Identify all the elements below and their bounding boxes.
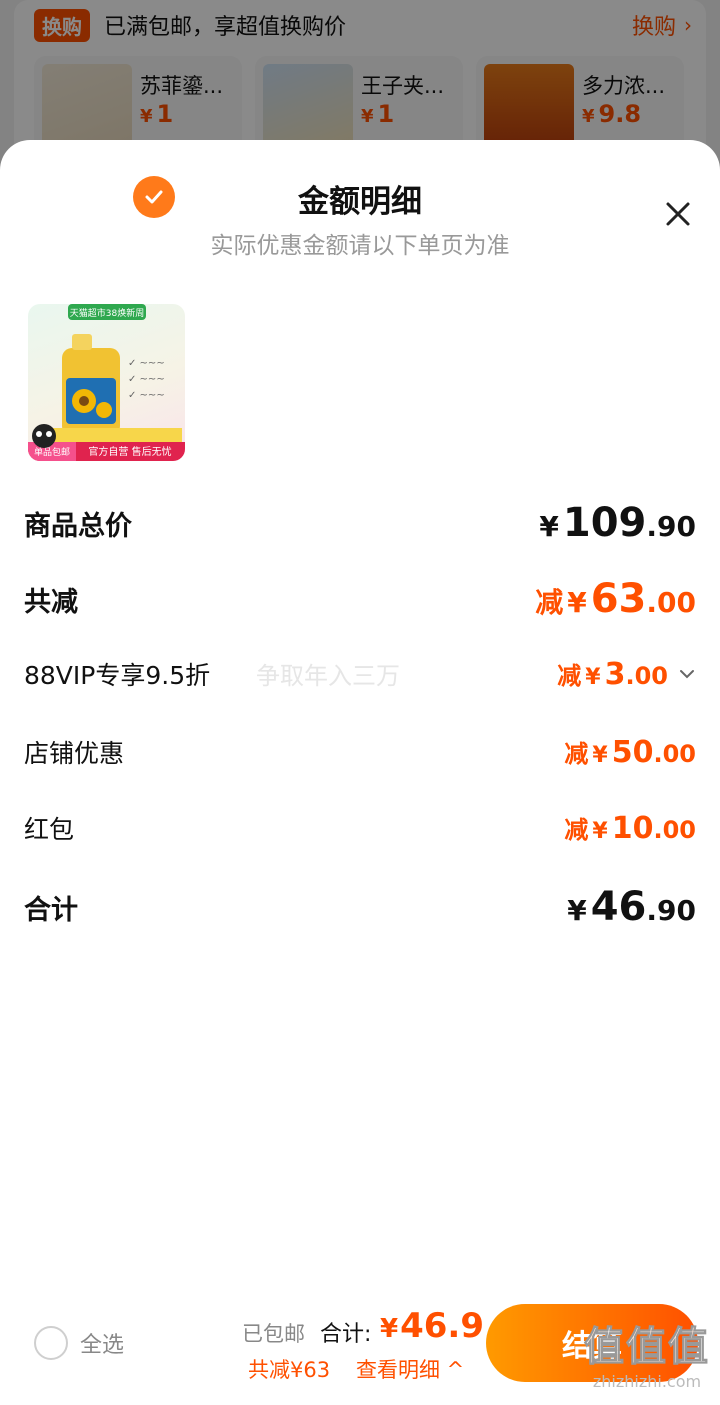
- currency-symbol: ¥: [592, 819, 608, 844]
- row-sum: 合计 ¥46.90: [24, 884, 696, 930]
- row-total-reduced: 共减 减 ¥63.00: [24, 576, 696, 622]
- row-label: 共减: [24, 586, 78, 618]
- select-all-toggle[interactable]: 全选: [34, 1326, 124, 1360]
- chevron-down-icon[interactable]: [678, 665, 696, 683]
- total-price-amount: ¥109.90: [539, 500, 696, 546]
- view-detail-label: 查看明细: [356, 1358, 440, 1382]
- store-discount-amount: 减 ¥50.00: [564, 734, 696, 770]
- oil-bottle-illustration: 天猫超市38焕新周 ✓ ~~~ ✓ ~~~ ✓ ~~~ 单品包邮 官方自营 售后…: [28, 304, 185, 461]
- row-label: 店铺优惠: [24, 739, 125, 768]
- sum-amount: ¥46.90: [567, 884, 696, 930]
- total-label: 合计:: [320, 1322, 372, 1347]
- total-value: 46.9: [400, 1306, 484, 1346]
- vip-discount-amount: 减 ¥3.00: [557, 656, 696, 692]
- red-packet-amount: 减 ¥10.00: [564, 810, 696, 846]
- svg-text:✓ ~~~: ✓ ~~~: [128, 374, 165, 385]
- currency-symbol: ¥: [567, 586, 587, 619]
- close-icon: [666, 202, 690, 226]
- watermark-logo: 值值值: [584, 1324, 710, 1371]
- row-label: 商品总价: [24, 510, 132, 542]
- product-badge-bottom: 单品包邮: [34, 446, 70, 458]
- row-total-price: 商品总价 ¥109.90: [24, 500, 696, 546]
- select-all-label: 全选: [80, 1333, 125, 1358]
- currency-symbol: ¥: [539, 510, 559, 543]
- row-store-discount: 店铺优惠 减 ¥50.00: [24, 734, 696, 770]
- amount-detail-sheet: 金额明细 实际优惠金额请以下单页为准 天猫超市38焕新周 ✓ ~~~ ✓ ~~~…: [0, 140, 720, 1405]
- total-reduced-amount: 减 ¥63.00: [535, 576, 696, 622]
- minus-label: 减: [557, 662, 582, 690]
- shipping-label: 已包邮: [242, 1322, 305, 1346]
- amount-dec: .00: [653, 816, 696, 844]
- sheet-title: 金额明细: [298, 184, 422, 220]
- row-label: 88VIP专享9.5折: [24, 661, 211, 690]
- saved-amount: 共减¥63: [248, 1358, 331, 1382]
- currency-symbol: ¥: [380, 1314, 399, 1344]
- view-detail-link[interactable]: 查看明细 ^: [356, 1354, 464, 1384]
- watermark-url: zhizhizhi.com: [592, 1372, 702, 1391]
- bottom-checkout-bar: 全选 已包邮 合计: ¥46.9 共减¥63 查看明细 ^ 结算 值值值 zhi…: [0, 1296, 720, 1405]
- amount-dec: .00: [653, 740, 696, 768]
- row-label: 红包: [24, 815, 75, 844]
- product-image[interactable]: 天猫超市38焕新周 ✓ ~~~ ✓ ~~~ ✓ ~~~ 单品包邮 官方自营 售后…: [28, 304, 185, 461]
- amount-int: 63: [590, 576, 647, 622]
- amount-int: 46: [590, 884, 647, 930]
- amount-int: 109: [562, 500, 647, 546]
- currency-symbol: ¥: [585, 665, 601, 690]
- amount-dec: .90: [646, 510, 696, 543]
- svg-text:✓ ~~~: ✓ ~~~: [128, 358, 165, 369]
- amount-int: 50: [611, 735, 654, 770]
- currency-symbol: ¥: [567, 894, 587, 927]
- row-vip-discount[interactable]: 88VIP专享9.5折 减 ¥3.00: [24, 656, 696, 692]
- minus-label: 减: [564, 816, 589, 844]
- minus-label: 减: [535, 586, 564, 619]
- amount-dec: .00: [625, 662, 668, 690]
- currency-symbol: ¥: [592, 743, 608, 768]
- selected-check-badge[interactable]: [133, 176, 175, 218]
- amount-int: 3: [604, 657, 626, 692]
- chevron-up-icon: ^: [440, 1358, 465, 1382]
- check-icon: [145, 190, 163, 204]
- svg-text:✓ ~~~: ✓ ~~~: [128, 390, 165, 401]
- total-amount: ¥46.9: [380, 1306, 484, 1346]
- minus-label: 减: [564, 740, 589, 768]
- close-button[interactable]: [658, 194, 698, 234]
- radio-circle-icon[interactable]: [34, 1326, 68, 1360]
- product-caption: 官方自营 售后无忧: [88, 445, 171, 458]
- amount-dec: .00: [646, 586, 696, 619]
- amount-int: 10: [611, 811, 654, 846]
- row-red-packet: 红包 减 ¥10.00: [24, 810, 696, 846]
- row-label: 合计: [24, 894, 78, 926]
- amount-dec: .90: [646, 894, 696, 927]
- product-badge-top: 天猫超市38焕新周: [70, 307, 144, 319]
- sheet-subtitle: 实际优惠金额请以下单页为准: [210, 233, 510, 259]
- site-watermark: 值值值 zhizhizhi.com: [584, 1314, 710, 1392]
